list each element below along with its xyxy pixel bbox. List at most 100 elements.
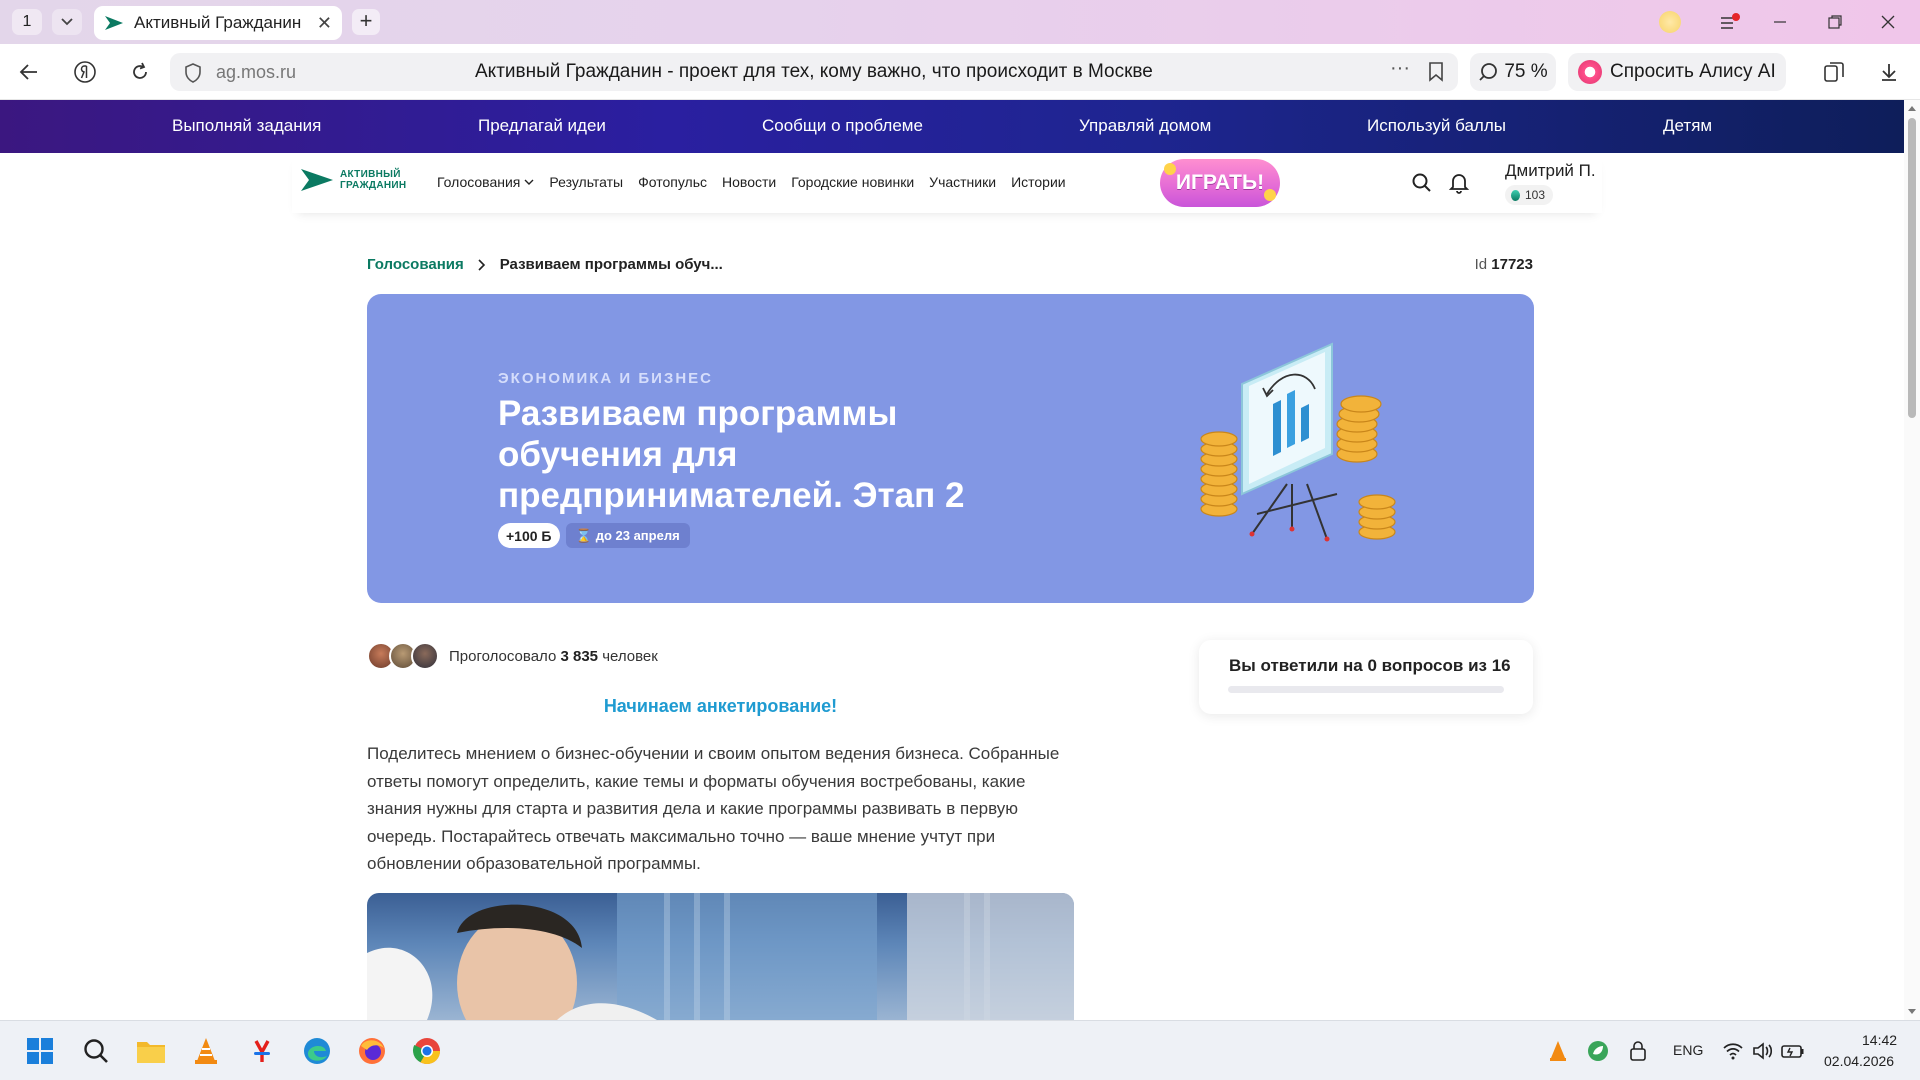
url-box[interactable]: ag.mos.ru Активный Гражданин - проект дл… (170, 53, 1458, 91)
progress-text: Вы ответили на 0 вопросов из 16 (1229, 656, 1511, 675)
user-points-value: 103 (1525, 188, 1546, 202)
yandex-browser-icon[interactable] (244, 1033, 280, 1069)
star-decoration-icon (1264, 189, 1276, 201)
battery-icon[interactable] (1775, 1033, 1811, 1069)
site-logo[interactable]: АКТИВНЫЙ ГРАЖДАНИН (300, 167, 406, 193)
scroll-thumb[interactable] (1908, 118, 1916, 418)
intro-heading: Начинаем анкетирование! (603, 696, 838, 716)
tab-counter[interactable]: 1 (12, 9, 42, 35)
promo-link-tasks[interactable]: Выполняй задания (172, 116, 321, 136)
businessman-photo-image (367, 893, 1074, 1020)
chevron-right-icon (478, 258, 485, 271)
new-tab-button[interactable]: + (352, 9, 380, 35)
poll-photo (367, 893, 1074, 1020)
nav-photopulse[interactable]: Фотопульс (638, 174, 707, 190)
back-icon[interactable] (12, 56, 46, 88)
poll-hero-banner: ЭКОНОМИКА И БИЗНЕС Развиваем программы о… (367, 294, 1534, 603)
browser-tab-bar: 1 Активный Гражданин ✕ + (0, 0, 1920, 44)
sparkle-icon[interactable] (1650, 8, 1690, 36)
firefox-icon[interactable] (354, 1033, 390, 1069)
zoom-icon (1479, 63, 1498, 81)
search-icon[interactable] (78, 1033, 114, 1069)
breadcrumb: Голосования Развиваем программы обуч... (367, 256, 723, 273)
tab-list-button[interactable] (52, 9, 82, 35)
nav-stories[interactable]: Истории (1011, 174, 1066, 190)
nav-city-novelties[interactable]: Городские новинки (791, 174, 914, 190)
breadcrumb-parent[interactable]: Голосования (367, 256, 464, 273)
voters-summary: Проголосовало 3 835 человек (367, 642, 658, 670)
main-nav: Голосования Результаты Фотопульс Новости… (437, 174, 1066, 190)
alice-icon (1578, 60, 1602, 84)
active-app-indicator (254, 1052, 270, 1055)
deadline-chip: ⌛ до 23 апреля (565, 523, 690, 548)
page-title: Активный Гражданин - проект для тех, ком… (475, 61, 1153, 82)
clock-time[interactable]: 14:42 (1862, 1032, 1897, 1048)
promo-link-home[interactable]: Управляй домом (1079, 116, 1211, 136)
zoom-level: 75 % (1504, 61, 1548, 82)
points-chip: +100 Б (498, 523, 560, 548)
promo-link-points[interactable]: Используй баллы (1367, 116, 1506, 136)
windows-taskbar: ENG 14:42 02.04.2026 (0, 1020, 1920, 1080)
poll-id-label: Id (1474, 256, 1488, 273)
bell-icon[interactable] (1447, 171, 1471, 195)
file-explorer-icon[interactable] (133, 1033, 169, 1069)
logo-text-line2: ГРАЖДАНИН (340, 180, 407, 191)
nav-votes[interactable]: Голосования (437, 174, 534, 190)
site-favicon-icon (105, 16, 123, 30)
menu-icon[interactable] (1710, 8, 1750, 36)
promo-link-problem[interactable]: Сообщи о проблеме (762, 116, 923, 136)
user-name[interactable]: Дмитрий П. (1505, 161, 1596, 181)
bookmark-icon[interactable] (1428, 62, 1444, 82)
edge-icon[interactable] (299, 1033, 335, 1069)
promo-link-ideas[interactable]: Предлагай идеи (478, 116, 606, 136)
shield-icon[interactable] (184, 63, 202, 83)
scroll-down-icon[interactable] (1907, 1008, 1917, 1016)
play-button[interactable]: ИГРАТЬ! (1160, 159, 1280, 207)
chevron-down-icon (61, 18, 73, 26)
promo-link-kids[interactable]: Детям (1663, 116, 1712, 136)
user-points-badge[interactable]: 103 (1505, 185, 1554, 205)
minimize-icon[interactable] (1760, 8, 1800, 36)
chevron-down-icon (524, 179, 534, 185)
breadcrumb-current: Развиваем программы обуч... (499, 256, 723, 273)
nav-results[interactable]: Результаты (549, 174, 623, 190)
tab-close-icon[interactable]: ✕ (317, 13, 332, 34)
search-icon[interactable] (1410, 171, 1434, 195)
scroll-up-icon[interactable] (1907, 104, 1917, 112)
close-window-icon[interactable] (1868, 8, 1908, 36)
active-tab[interactable]: Активный Гражданин ✕ (94, 6, 342, 40)
yandex-icon[interactable] (68, 56, 102, 88)
poll-title: Развиваем программы обучения для предпри… (498, 394, 965, 515)
restore-icon[interactable] (1815, 8, 1855, 36)
deadline-text: до 23 апреля (595, 528, 680, 543)
logo-arrow-icon (301, 169, 333, 191)
more-icon[interactable]: ··· (1390, 57, 1410, 80)
star-decoration-icon (1164, 163, 1176, 175)
leaf-tray-icon[interactable] (1580, 1033, 1616, 1069)
voters-text: Проголосовало 3 835 человек (449, 648, 658, 665)
alice-button[interactable]: Спросить Алису AI (1568, 53, 1786, 91)
nav-news[interactable]: Новости (722, 174, 776, 190)
vlc-tray-icon[interactable] (1540, 1033, 1576, 1069)
vlc-icon[interactable] (188, 1033, 224, 1069)
language-indicator[interactable]: ENG (1673, 1042, 1703, 1058)
site-header: АКТИВНЫЙ ГРАЖДАНИН Голосования Результат… (292, 153, 1602, 213)
poll-chips: +100 Б ⌛ до 23 апреля (498, 523, 690, 548)
windows-start-icon[interactable] (22, 1033, 58, 1069)
poll-id: Id 17723 (1475, 256, 1533, 273)
progress-bar (1228, 686, 1504, 693)
play-label: ИГРАТЬ! (1175, 171, 1265, 194)
nav-participants[interactable]: Участники (929, 174, 996, 190)
logo-text-line1: АКТИВНЫЙ (340, 169, 401, 180)
nav-votes-label: Голосования (437, 174, 521, 190)
downloads-icon[interactable] (1872, 56, 1906, 88)
chrome-icon[interactable] (409, 1033, 445, 1069)
clock-date[interactable]: 02.04.2026 (1824, 1053, 1894, 1069)
zoom-button[interactable]: 75 % (1470, 53, 1556, 91)
collections-icon[interactable] (1817, 56, 1851, 88)
page-scrollbar[interactable] (1904, 100, 1920, 1020)
progress-card: Вы ответили на 0 вопросов из 16 (1199, 640, 1533, 714)
security-tray-icon[interactable] (1620, 1033, 1656, 1069)
reload-icon[interactable] (123, 56, 157, 88)
poll-id-value: 17723 (1491, 256, 1533, 273)
